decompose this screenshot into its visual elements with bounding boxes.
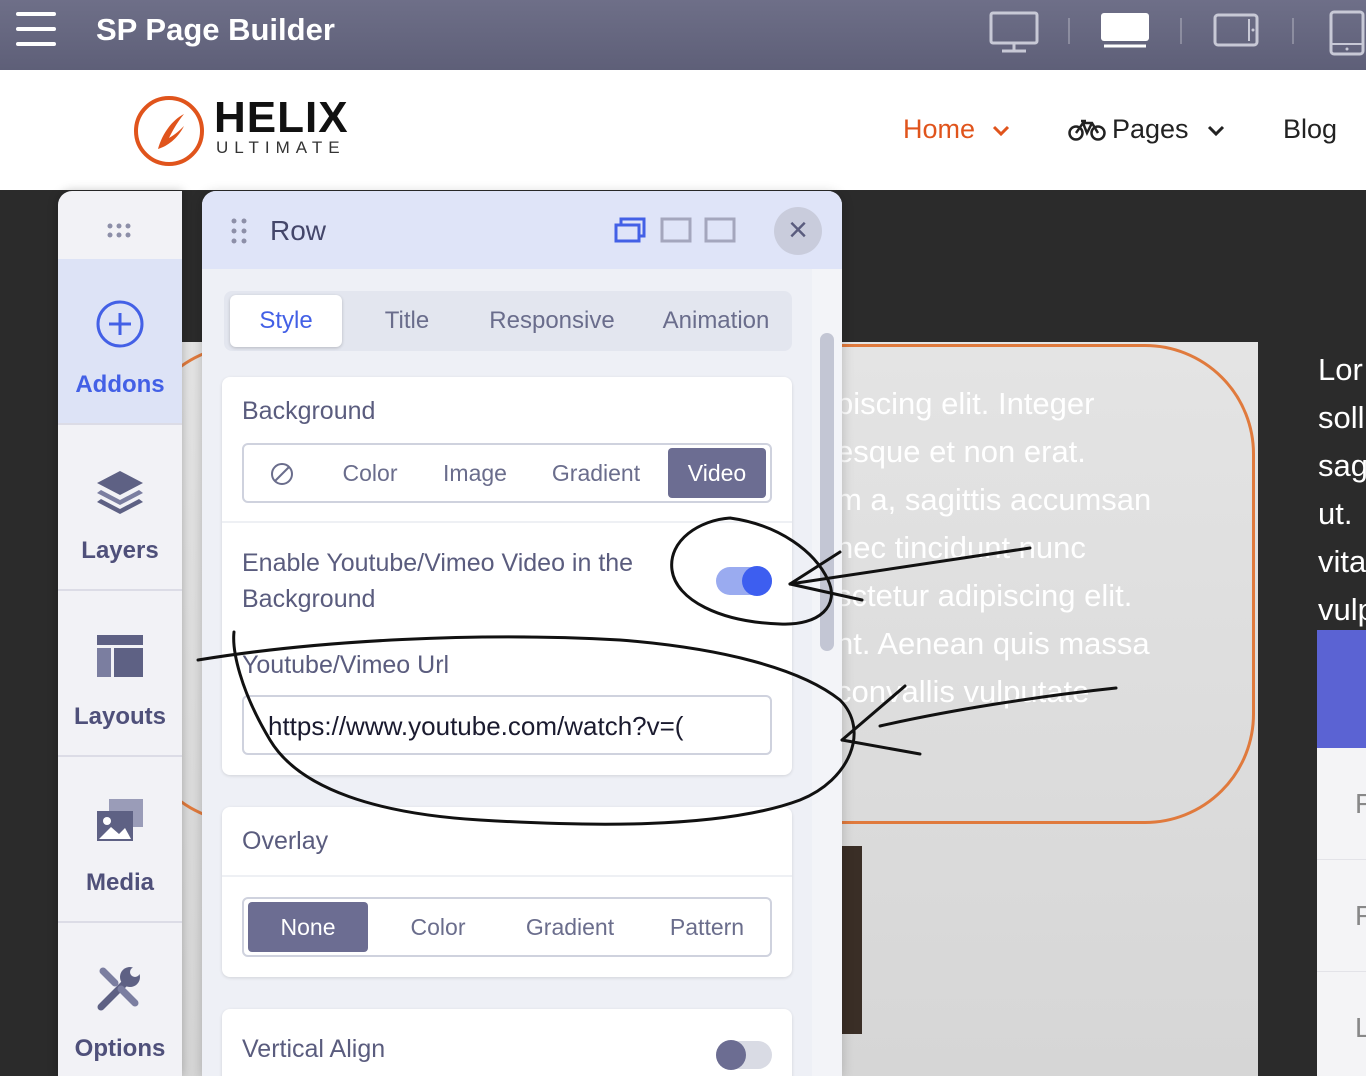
- right-column-list: F F L: [1317, 748, 1366, 1076]
- background-lorem-text: piscing elit. Integer esque et non erat. m…: [836, 386, 1152, 709]
- overlay-label: Overlay: [242, 827, 329, 855]
- background-option-image[interactable]: Image: [430, 448, 520, 498]
- video-background-toggle[interactable]: [716, 566, 772, 596]
- sidebar-item-layouts[interactable]: Layouts: [58, 591, 182, 757]
- tablet-landscape-icon[interactable]: [1212, 10, 1260, 50]
- tab-title[interactable]: Title: [362, 295, 452, 347]
- layout-icon: [97, 635, 143, 677]
- plus-circle-icon: [96, 300, 144, 348]
- dock-right-icon[interactable]: [704, 217, 736, 243]
- background-option-gradient[interactable]: Gradient: [540, 448, 652, 498]
- background-option-color[interactable]: Color: [330, 448, 410, 498]
- chevron-down-icon: [1208, 125, 1225, 137]
- panel-header: Row ×: [202, 191, 842, 269]
- sidebar-item-label: Layouts: [73, 703, 166, 730]
- logo-wordmark: HELIX: [214, 93, 349, 142]
- video-url-input[interactable]: https://www.youtube.com/watch?v=(: [242, 695, 772, 755]
- app-title: SP Page Builder: [96, 12, 335, 47]
- logo-subtitle: ULTIMATE: [216, 138, 346, 157]
- nav-item-pages[interactable]: Pages: [1112, 114, 1226, 145]
- sidebar-item-options[interactable]: Options: [58, 923, 182, 1076]
- tab-style[interactable]: Style: [230, 295, 342, 347]
- vertical-align-toggle[interactable]: [716, 1040, 772, 1070]
- device-separator: [1068, 18, 1070, 44]
- close-icon[interactable]: ×: [774, 207, 822, 255]
- image-thumbnail: [842, 846, 862, 1034]
- overlay-option-color[interactable]: Color: [390, 902, 486, 952]
- tab-animation[interactable]: Animation: [650, 295, 782, 347]
- list-item: F: [1317, 860, 1366, 972]
- nav-item-label: Pages: [1112, 114, 1189, 144]
- toggle-knob: [742, 566, 772, 596]
- drag-handle-icon[interactable]: [230, 217, 250, 247]
- nav-item-home[interactable]: Home: [903, 114, 1011, 145]
- overlay-option-gradient[interactable]: Gradient: [510, 902, 630, 952]
- hamburger-menu-icon[interactable]: [16, 12, 56, 48]
- nav-item-blog[interactable]: Blog: [1283, 114, 1337, 145]
- builder-sidebar: Addons Layers Layouts Media Options: [58, 191, 182, 1076]
- overlay-type-selector: None Color Gradient Pattern: [242, 897, 772, 957]
- nav-item-label: Home: [903, 114, 976, 144]
- list-item: L: [1317, 972, 1366, 1076]
- device-separator: [1180, 18, 1182, 44]
- sidebar-item-label: Media: [85, 869, 154, 896]
- tools-icon: [97, 967, 140, 1011]
- panel-tabs: Style Title Responsive Animation: [224, 291, 792, 351]
- vertical-align-label: Vertical Align: [242, 1035, 386, 1063]
- vertical-align-card: Vertical Align: [222, 1009, 792, 1076]
- overlay-option-none[interactable]: None: [248, 902, 368, 952]
- sidebar-item-media[interactable]: Media: [58, 757, 182, 923]
- top-bar: SP Page Builder: [0, 0, 1366, 70]
- sidebar-item-label: Layers: [81, 537, 159, 564]
- chevron-down-icon: [992, 125, 1009, 137]
- video-toggle-label: Enable Youtube/Vimeo Video in the Backgr…: [242, 549, 634, 613]
- tab-responsive[interactable]: Responsive: [478, 295, 626, 347]
- site-header: HELIX ULTIMATE Home Pages Blog: [0, 70, 1366, 190]
- divider: [222, 875, 792, 877]
- drag-handle-icon[interactable]: [106, 221, 136, 241]
- sidebar-item-label: Addons: [75, 371, 165, 398]
- desktop-icon[interactable]: [988, 10, 1040, 54]
- none-icon[interactable]: [270, 462, 294, 486]
- dock-left-icon[interactable]: [660, 217, 692, 243]
- helix-logo-icon: [134, 96, 204, 166]
- background-option-video[interactable]: Video: [668, 448, 766, 498]
- right-column-text: Lorsollsagut.vitavulp: [1318, 352, 1366, 627]
- list-item: F: [1317, 748, 1366, 860]
- tablet-portrait-icon[interactable]: [1326, 10, 1366, 56]
- media-icon: [97, 799, 143, 841]
- divider: [222, 521, 792, 523]
- sidebar-item-label: Options: [74, 1035, 166, 1062]
- laptop-icon[interactable]: [1098, 10, 1152, 50]
- scrollbar-thumb[interactable]: [820, 333, 834, 651]
- floating-window-icon[interactable]: [614, 217, 646, 243]
- panel-scrollbar[interactable]: [812, 269, 842, 1076]
- sidebar-item-addons[interactable]: Addons: [58, 259, 182, 425]
- row-settings-panel: Row × Style Title Responsive Animation B…: [202, 191, 842, 1076]
- layers-icon: [97, 471, 143, 514]
- background-settings-card: Background Color Image Gradient Video En…: [222, 377, 792, 775]
- toggle-knob: [716, 1040, 746, 1070]
- right-column-header: [1317, 630, 1366, 748]
- panel-title: Row: [270, 215, 327, 246]
- bicycle-icon: [1068, 119, 1106, 141]
- background-label: Background: [242, 397, 376, 425]
- background-type-selector: Color Image Gradient Video: [242, 443, 772, 503]
- device-separator: [1292, 18, 1294, 44]
- overlay-option-pattern[interactable]: Pattern: [652, 902, 762, 952]
- video-url-label: Youtube/Vimeo Url: [242, 651, 450, 679]
- overlay-settings-card: Overlay None Color Gradient Pattern: [222, 807, 792, 977]
- sidebar-item-layers[interactable]: Layers: [58, 425, 182, 591]
